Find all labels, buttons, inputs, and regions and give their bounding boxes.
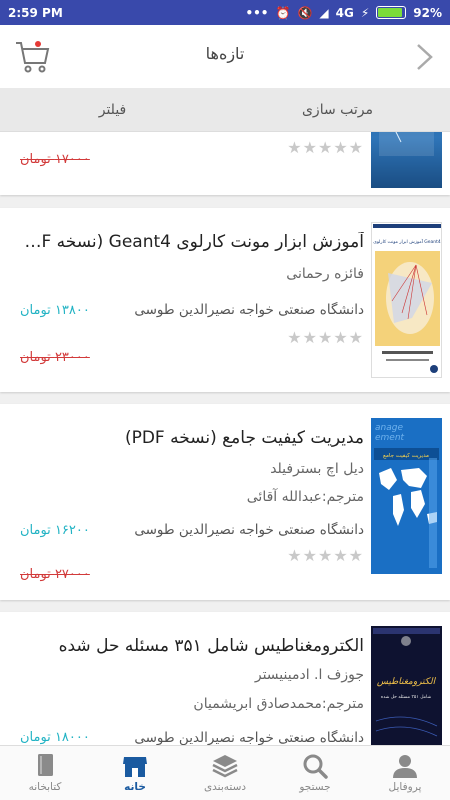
status-network: 4G	[335, 5, 354, 20]
nav-label: دسته‌بندی	[203, 781, 247, 793]
book-cover: آموزش ابزار مونت کارلوی Geant4	[371, 222, 442, 378]
signal-icon: ◢	[319, 5, 329, 20]
sort-button[interactable]: مرتب سازی	[225, 88, 450, 131]
app-header: تازه‌ها	[0, 25, 450, 88]
layers-icon	[212, 755, 238, 778]
sort-filter-bar: فیلتر مرتب سازی	[0, 88, 450, 132]
nav-home[interactable]: خانه	[90, 746, 180, 800]
filter-button[interactable]: فیلتر	[0, 88, 225, 131]
book-list[interactable]: ★★★★★ ۱۷۰۰۰ تومان آموزش ابزار مونت کارلو…	[0, 132, 450, 745]
old-price: ۲۳۰۰۰ تومان	[20, 350, 90, 365]
nav-library[interactable]: کتابخانه	[0, 746, 90, 800]
book-price: ۱۶۲۰۰ تومان	[20, 523, 90, 538]
battery-icon	[376, 6, 407, 19]
book-price: ۱۳۸۰۰ تومان	[20, 303, 90, 318]
book-card[interactable]: ★★★★★ ۱۷۰۰۰ تومان	[0, 132, 450, 195]
status-time: 2:59 PM	[8, 5, 63, 20]
status-icons: ••• ⏰ 🔇 ◢ 4G ⚡ 92%	[245, 6, 442, 20]
search-icon	[303, 754, 328, 779]
book-price: ۱۸۰۰۰ تومان	[20, 730, 90, 745]
status-bar: 2:59 PM ••• ⏰ 🔇 ◢ 4G ⚡ 92%	[0, 0, 450, 25]
book-author: فائزه رحمانی	[286, 266, 364, 282]
old-price: ۲۷۰۰۰ تومان	[20, 567, 90, 582]
svg-text:مدیریت کیفیت جامع: مدیریت کیفیت جامع	[383, 452, 429, 459]
back-button[interactable]	[414, 42, 436, 72]
page-title: تازه‌ها	[205, 44, 245, 63]
svg-text:anage: anage	[375, 423, 403, 433]
nav-label: کتابخانه	[28, 781, 62, 793]
nav-label: پروفایل	[388, 781, 422, 793]
bottom-navigation: کتابخانه خانه دسته‌بندی جستجو پروفایل	[0, 745, 450, 800]
book-cover: الکترومغناطیس شامل ۳۵۱ مسئله حل شده	[371, 626, 442, 745]
charging-icon: ⚡	[360, 5, 370, 20]
book-publisher: دانشگاه صنعتی خواجه نصیرالدین طوسی	[134, 730, 364, 745]
nav-label: خانه	[124, 781, 146, 793]
alarm-icon: ⏰	[275, 5, 291, 20]
book-translator: مترجم:عبدالله آقائی	[246, 489, 364, 505]
book-author: دیل اچ بسترفیلد	[270, 461, 364, 477]
status-battery: 92%	[413, 5, 442, 20]
dots-icon: •••	[245, 5, 269, 20]
svg-text:شامل ۳۵۱ مسئله حل شده: شامل ۳۵۱ مسئله حل شده	[381, 694, 432, 700]
nav-search[interactable]: جستجو	[270, 746, 360, 800]
book-card[interactable]: الکترومغناطیس شامل ۳۵۱ مسئله حل شده الکت…	[0, 612, 450, 745]
nav-categories[interactable]: دسته‌بندی	[180, 746, 270, 800]
library-book-icon	[38, 754, 53, 776]
book-author: جوزف ا. ادمینیستر	[254, 667, 364, 683]
book-title[interactable]: مدیریت کیفیت جامع (نسخه PDF)	[20, 428, 364, 448]
book-translator: مترجم:محمدصادق ابریشمیان	[193, 696, 364, 712]
battery-fill	[378, 8, 403, 17]
rating-stars: ★★★★★	[287, 328, 364, 347]
svg-text:آموزش ابزار مونت کارلوی Geant4: آموزش ابزار مونت کارلوی Geant4	[373, 239, 441, 245]
nav-label: جستجو	[299, 781, 331, 793]
book-publisher: دانشگاه صنعتی خواجه نصیرالدین طوسی	[134, 302, 364, 318]
nav-profile[interactable]: پروفایل	[360, 746, 450, 800]
store-home-icon	[123, 757, 147, 777]
svg-text:ement: ement	[375, 433, 405, 443]
mute-icon: 🔇	[297, 5, 313, 20]
profile-icon	[393, 755, 417, 778]
rating-stars: ★★★★★	[287, 546, 364, 565]
rating-stars: ★★★★★	[287, 138, 364, 157]
book-card[interactable]: anage ement مدیریت کیفیت جامع مدیریت کیف…	[0, 404, 450, 600]
chevron-right-icon	[417, 44, 433, 70]
book-title[interactable]: آموزش ابزار مونت کارلوی Geant4 (نسخه PDF…	[20, 232, 364, 252]
book-cover: anage ement مدیریت کیفیت جامع	[371, 418, 442, 574]
book-publisher: دانشگاه صنعتی خواجه نصیرالدین طوسی	[134, 522, 364, 538]
old-price: ۱۷۰۰۰ تومان	[20, 152, 90, 167]
book-title[interactable]: الکترومغناطیس شامل ۳۵۱ مسئله حل شده	[20, 636, 364, 656]
book-cover	[371, 132, 442, 188]
book-card[interactable]: آموزش ابزار مونت کارلوی Geant4 آموزش ابز…	[0, 208, 450, 392]
svg-text:الکترومغناطیس: الکترومغناطیس	[377, 677, 437, 687]
